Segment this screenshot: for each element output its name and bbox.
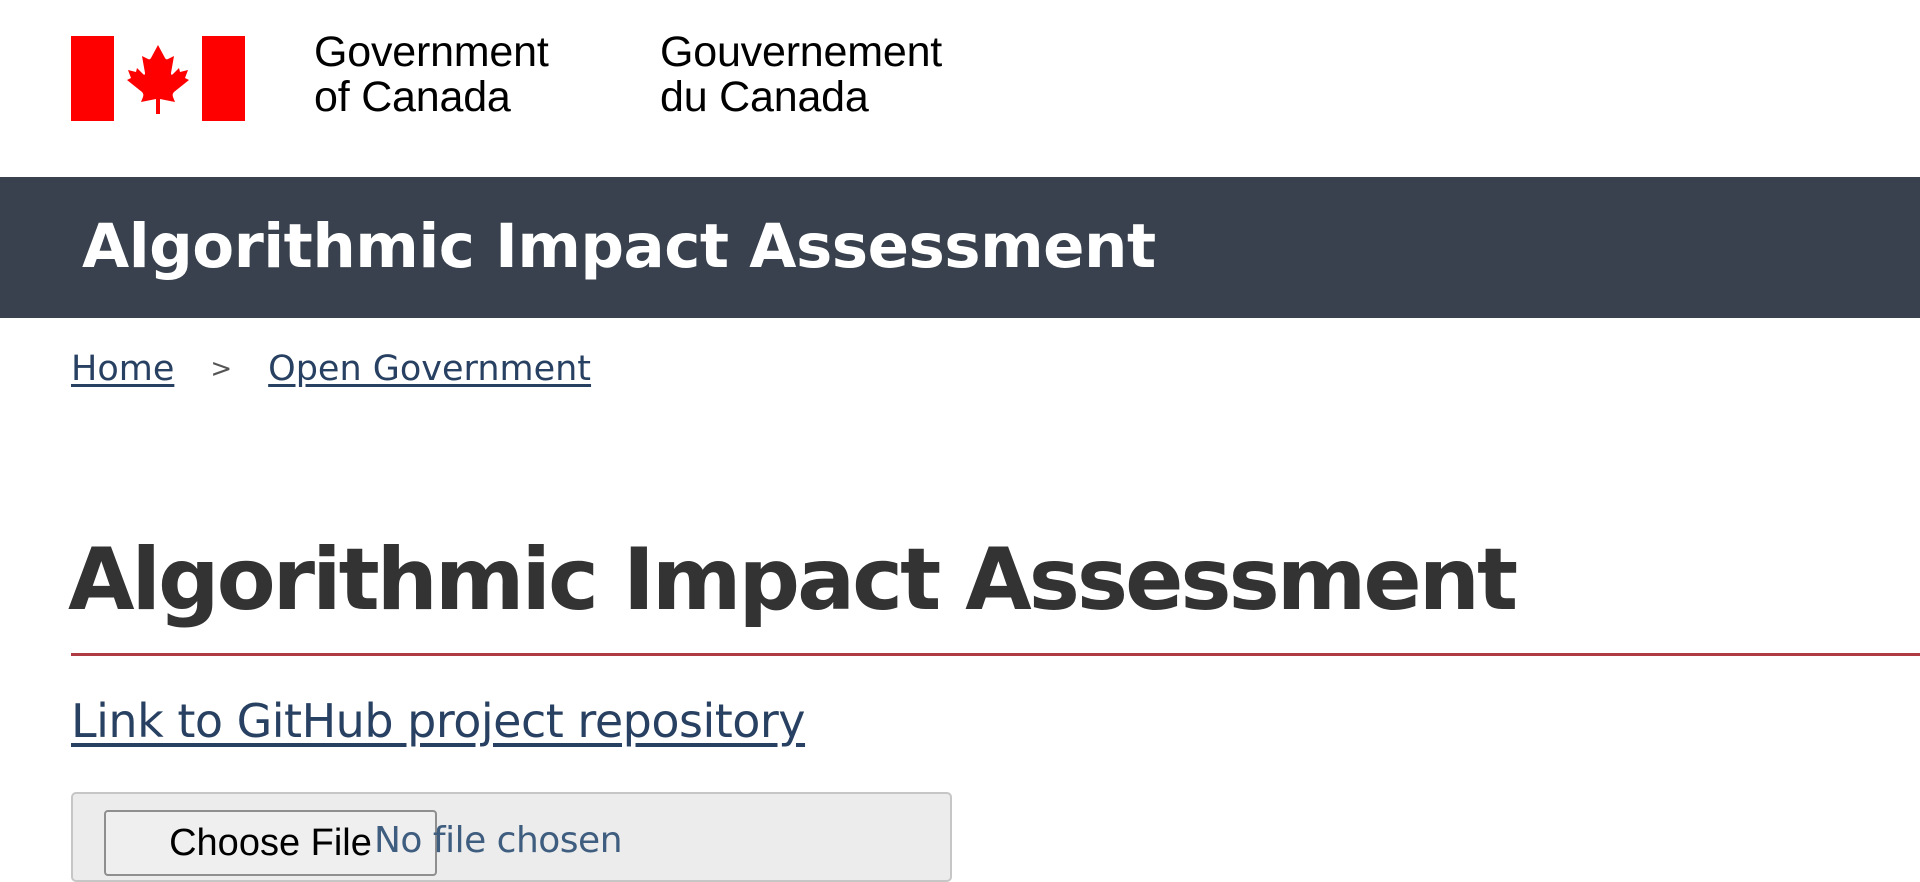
breadcrumb-open-government-link[interactable]: Open Government: [268, 349, 591, 389]
app-banner: Algorithmic Impact Assessment: [0, 177, 1920, 318]
signature-french[interactable]: Gouvernement du Canada: [660, 30, 942, 120]
app-banner-title[interactable]: Algorithmic Impact Assessment: [82, 208, 1156, 286]
signature-fr-line2: du Canada: [660, 73, 869, 121]
signature-fr-line1: Gouvernement: [660, 28, 943, 76]
file-status-text: No file chosen: [374, 820, 623, 861]
breadcrumb-separator: >: [210, 354, 233, 384]
canada-flag-icon: [71, 36, 245, 121]
file-upload-panel: Choose File No file chosen: [71, 792, 952, 882]
breadcrumb-home-link[interactable]: Home: [71, 349, 174, 389]
gov-header: Government of Canada Gouvernement du Can…: [0, 0, 1920, 177]
page-title: Algorithmic Impact Assessment: [68, 530, 1518, 630]
title-divider: [71, 653, 1920, 656]
signature-en-line2: of Canada: [314, 73, 511, 121]
breadcrumb: Home > Open Government: [71, 344, 591, 394]
signature-english[interactable]: Government of Canada: [314, 30, 549, 120]
github-repo-link[interactable]: Link to GitHub project repository: [71, 690, 806, 752]
signature-en-line1: Government: [314, 28, 549, 76]
